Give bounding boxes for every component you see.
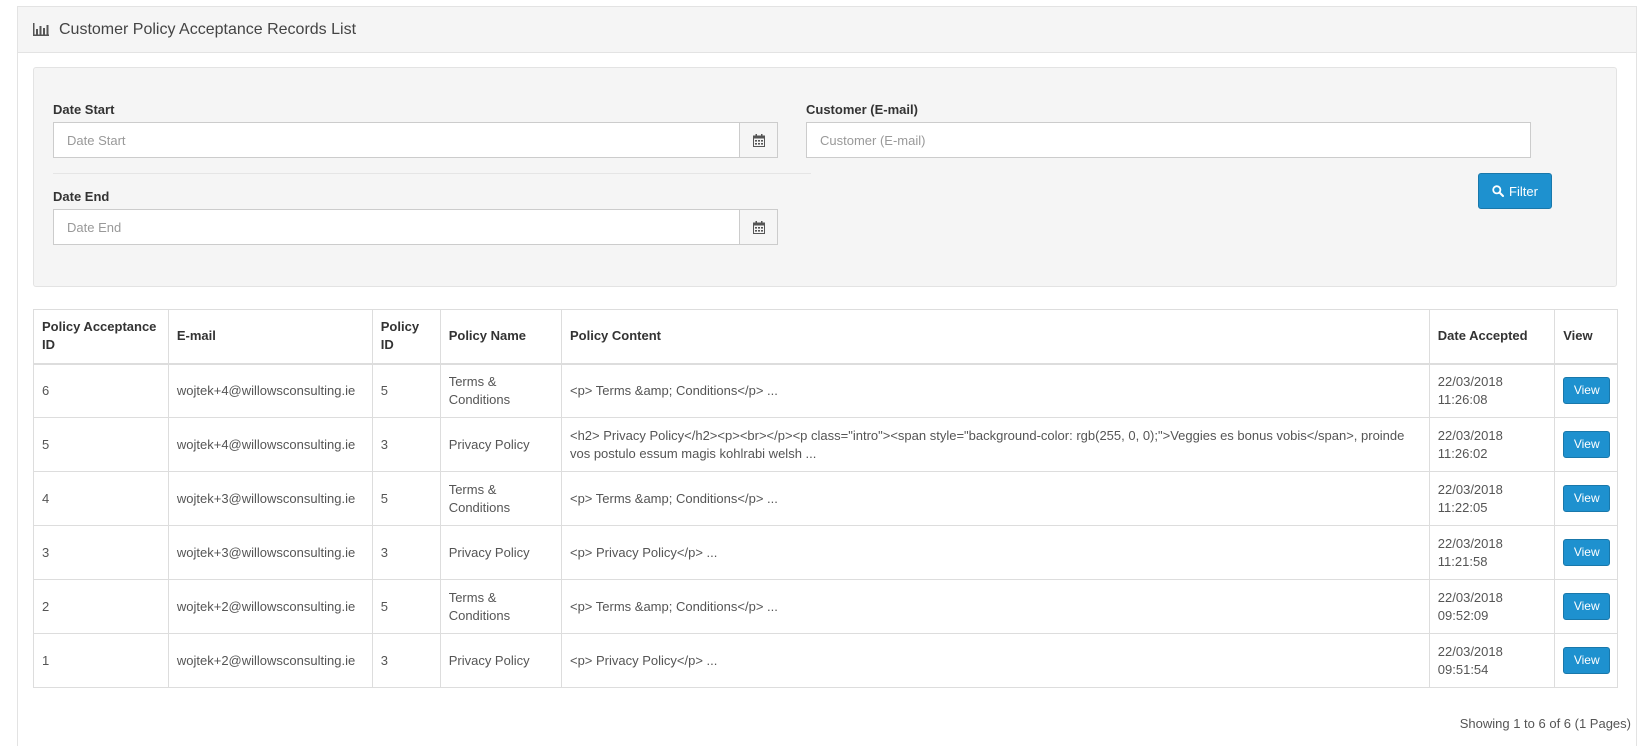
column-header-policy-content[interactable]: Policy Content bbox=[560, 309, 1430, 365]
cell-acceptance-id: 5 bbox=[33, 417, 169, 472]
date-text: 22/03/2018 bbox=[1437, 643, 1503, 659]
cell-email: wojtek+3@willowsconsulting.ie bbox=[167, 525, 373, 580]
table-row: 2 wojtek+2@willowsconsulting.ie 5 Terms … bbox=[33, 579, 1618, 634]
time-text: 09:52:09 bbox=[1437, 607, 1489, 623]
page-title: Customer Policy Acceptance Records List bbox=[59, 20, 357, 38]
pagination-summary: Showing 1 to 6 of 6 (1 Pages) bbox=[1459, 716, 1631, 731]
cell-policy-content: <p> Privacy Policy</p> ... bbox=[560, 633, 1430, 688]
time-text: 11:21:58 bbox=[1437, 553, 1488, 569]
column-header-policy-name[interactable]: Policy Name bbox=[439, 309, 562, 365]
time-text: 11:22:05 bbox=[1437, 499, 1488, 515]
table-row: 5 wojtek+4@willowsconsulting.ie 3 Privac… bbox=[33, 417, 1618, 472]
cell-date-accepted: 22/03/2018 11:21:58 bbox=[1428, 525, 1556, 580]
date-end-label: Date End bbox=[53, 189, 110, 204]
table-row: 3 wojtek+3@willowsconsulting.ie 3 Privac… bbox=[33, 525, 1618, 580]
records-panel: Customer Policy Acceptance Records List … bbox=[17, 6, 1637, 746]
bar-chart-icon bbox=[33, 23, 49, 36]
calendar-icon bbox=[752, 220, 765, 234]
cell-email: wojtek+2@willowsconsulting.ie bbox=[167, 633, 373, 688]
cell-view: View bbox=[1554, 417, 1618, 472]
cell-policy-name: Terms & Conditions bbox=[439, 471, 562, 526]
cell-email: wojtek+2@willowsconsulting.ie bbox=[167, 579, 373, 634]
cell-policy-name: Terms & Conditions bbox=[439, 579, 562, 634]
cell-email: wojtek+4@willowsconsulting.ie bbox=[167, 417, 373, 472]
cell-policy-id: 3 bbox=[371, 525, 441, 580]
table-row: 4 wojtek+3@willowsconsulting.ie 5 Terms … bbox=[33, 471, 1618, 526]
cell-policy-name: Privacy Policy bbox=[439, 417, 562, 472]
cell-date-accepted: 22/03/2018 11:22:05 bbox=[1428, 471, 1556, 526]
cell-email: wojtek+4@willowsconsulting.ie bbox=[167, 363, 373, 418]
cell-policy-content: <p> Terms &amp; Conditions</p> ... bbox=[560, 363, 1430, 418]
date-start-calendar-button[interactable] bbox=[739, 122, 778, 158]
cell-policy-name: Privacy Policy bbox=[439, 633, 562, 688]
cell-view: View bbox=[1554, 579, 1618, 634]
date-text: 22/03/2018 bbox=[1437, 373, 1503, 389]
time-text: 11:26:08 bbox=[1437, 391, 1488, 407]
date-start-label: Date Start bbox=[53, 102, 115, 117]
filter-button-label: Filter bbox=[1509, 183, 1538, 199]
time-text: 09:51:54 bbox=[1437, 661, 1489, 677]
cell-view: View bbox=[1554, 633, 1618, 688]
view-button[interactable]: View bbox=[1563, 377, 1611, 405]
cell-acceptance-id: 6 bbox=[33, 363, 169, 418]
cell-policy-id: 3 bbox=[371, 633, 441, 688]
date-text: 22/03/2018 bbox=[1437, 427, 1503, 443]
search-icon bbox=[1492, 185, 1505, 197]
cell-policy-id: 5 bbox=[371, 363, 441, 418]
date-end-input[interactable] bbox=[53, 209, 741, 245]
cell-acceptance-id: 4 bbox=[33, 471, 169, 526]
table-header-row: Policy Acceptance ID E-mail Policy ID Po… bbox=[33, 309, 1618, 365]
date-end-calendar-button[interactable] bbox=[739, 209, 778, 245]
view-button[interactable]: View bbox=[1563, 593, 1611, 620]
table-row: 1 wojtek+2@willowsconsulting.ie 3 Privac… bbox=[33, 633, 1618, 688]
cell-date-accepted: 22/03/2018 11:26:02 bbox=[1428, 417, 1556, 472]
cell-acceptance-id: 1 bbox=[33, 633, 169, 688]
cell-date-accepted: 22/03/2018 09:51:54 bbox=[1428, 633, 1556, 688]
cell-policy-id: 5 bbox=[371, 579, 441, 634]
view-button[interactable]: View bbox=[1563, 539, 1611, 566]
cell-policy-content: <h2> Privacy Policy</h2><p><br></p><p cl… bbox=[560, 417, 1430, 472]
records-table: Policy Acceptance ID E-mail Policy ID Po… bbox=[33, 309, 1618, 688]
date-text: 22/03/2018 bbox=[1437, 481, 1503, 497]
customer-email-input[interactable] bbox=[806, 122, 1531, 158]
cell-date-accepted: 22/03/2018 11:26:08 bbox=[1428, 363, 1556, 418]
cell-view: View bbox=[1554, 363, 1618, 418]
time-text: 11:26:02 bbox=[1437, 445, 1488, 461]
panel-heading: Customer Policy Acceptance Records List bbox=[18, 7, 1636, 53]
cell-policy-content: <p> Terms &amp; Conditions</p> ... bbox=[560, 471, 1430, 526]
cell-policy-name: Privacy Policy bbox=[439, 525, 562, 580]
cell-policy-name: Terms & Conditions bbox=[439, 363, 562, 418]
view-button[interactable]: View bbox=[1563, 485, 1611, 512]
filter-button[interactable]: Filter bbox=[1478, 173, 1552, 209]
cell-date-accepted: 22/03/2018 09:52:09 bbox=[1428, 579, 1556, 634]
cell-policy-id: 3 bbox=[371, 417, 441, 472]
calendar-icon bbox=[752, 133, 765, 147]
table-row: 6 wojtek+4@willowsconsulting.ie 5 Terms … bbox=[33, 363, 1618, 418]
date-text: 22/03/2018 bbox=[1437, 535, 1503, 551]
column-header-date-accepted[interactable]: Date Accepted bbox=[1428, 309, 1556, 365]
cell-policy-content: <p> Terms &amp; Conditions</p> ... bbox=[560, 579, 1430, 634]
column-header-policy-acceptance-id[interactable]: Policy Acceptance ID bbox=[33, 309, 169, 365]
cell-view: View bbox=[1554, 525, 1618, 580]
date-text: 22/03/2018 bbox=[1437, 589, 1503, 605]
cell-policy-id: 5 bbox=[371, 471, 441, 526]
column-header-email[interactable]: E-mail bbox=[167, 309, 373, 365]
column-header-view: View bbox=[1554, 309, 1618, 365]
field-divider bbox=[53, 173, 811, 174]
cell-acceptance-id: 3 bbox=[33, 525, 169, 580]
customer-email-label: Customer (E-mail) bbox=[806, 102, 918, 117]
cell-acceptance-id: 2 bbox=[33, 579, 169, 634]
column-header-policy-id[interactable]: Policy ID bbox=[371, 309, 441, 365]
cell-view: View bbox=[1554, 471, 1618, 526]
view-button[interactable]: View bbox=[1563, 431, 1611, 458]
view-button[interactable]: View bbox=[1563, 647, 1611, 674]
filter-panel: Date Start Date End bbox=[33, 67, 1617, 287]
date-start-input[interactable] bbox=[53, 122, 741, 158]
cell-policy-content: <p> Privacy Policy</p> ... bbox=[560, 525, 1430, 580]
cell-email: wojtek+3@willowsconsulting.ie bbox=[167, 471, 373, 526]
